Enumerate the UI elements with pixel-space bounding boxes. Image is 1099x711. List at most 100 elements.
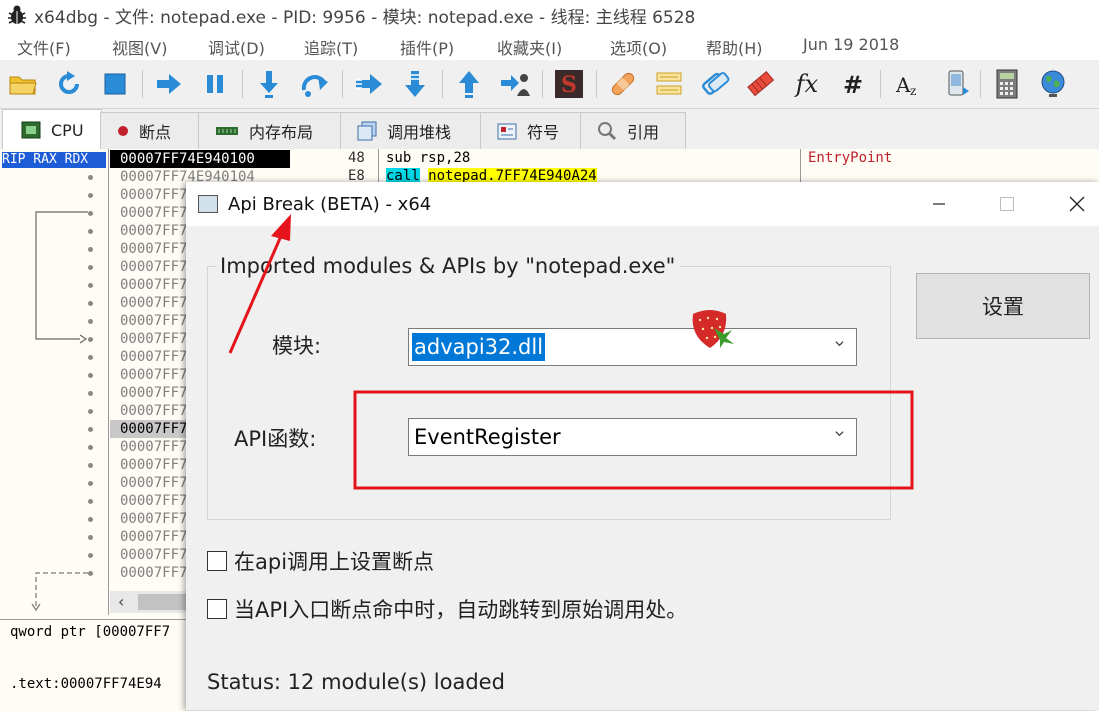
tab-references[interactable]: 引用: [580, 112, 686, 149]
settings-button[interactable]: 设置: [916, 273, 1090, 339]
breakpoint-dot[interactable]: [88, 481, 93, 486]
breakpoint-dot[interactable]: [88, 265, 93, 270]
function-icon[interactable]: fx: [790, 68, 824, 100]
menu-options[interactable]: 选项(O): [610, 35, 667, 59]
checkbox-label: 当API入口断点命中时，自动跳转到原始调用处。: [234, 598, 688, 622]
breakpoint-dot[interactable]: [88, 229, 93, 234]
breakpoint-dot[interactable]: [88, 409, 93, 414]
horizontal-scrollbar[interactable]: ‹: [110, 591, 190, 613]
restart-icon[interactable]: [52, 68, 86, 100]
minimize-icon: [933, 203, 945, 205]
breakpoint-dot[interactable]: [88, 571, 93, 576]
window-title-bar: x64dbg - 文件: notepad.exe - PID: 9956 - 模…: [0, 0, 1099, 30]
hash-icon[interactable]: #: [836, 68, 870, 100]
build-date: Jun 19 2018: [803, 35, 900, 54]
calculator-icon[interactable]: [990, 68, 1024, 100]
breakpoint-dot[interactable]: [88, 427, 93, 432]
toolbar-separator: [542, 70, 543, 98]
menu-debug[interactable]: 调试(D): [208, 35, 265, 59]
toolbar: S fx # Az: [0, 60, 1099, 109]
menu-plugins[interactable]: 插件(P): [400, 35, 454, 59]
tab-label: 断点: [139, 123, 172, 142]
checkbox-set-breakpoint[interactable]: 在api调用上设置断点: [207, 546, 434, 576]
breakpoint-dot[interactable]: [88, 463, 93, 468]
breakpoint-dot[interactable]: [88, 553, 93, 558]
api-select[interactable]: EventRegister: [408, 418, 857, 456]
breakpoint-dot[interactable]: [88, 445, 93, 450]
menu-help[interactable]: 帮助(H): [706, 35, 763, 59]
tab-cpu[interactable]: CPU: [2, 109, 102, 150]
step-over-icon[interactable]: [298, 68, 332, 100]
address-cell[interactable]: 00007FF74E940100: [110, 150, 290, 168]
breakpoint-dot[interactable]: [88, 175, 93, 180]
minimize-button[interactable]: [916, 188, 962, 220]
run-to-user-code-icon[interactable]: [498, 68, 532, 100]
breakpoint-dot[interactable]: [88, 391, 93, 396]
patch-icon[interactable]: [606, 68, 640, 100]
breakpoint-dot[interactable]: [88, 247, 93, 252]
close-icon: [1069, 196, 1085, 212]
font-icon[interactable]: Az: [890, 68, 924, 100]
pause-icon[interactable]: [198, 68, 232, 100]
instruction[interactable]: sub rsp,28: [386, 150, 470, 166]
toolbar-separator: [242, 70, 243, 98]
breakpoint-dot[interactable]: [88, 517, 93, 522]
breakpoint-dot[interactable]: [88, 337, 93, 342]
toolbar-separator: [880, 70, 881, 98]
maximize-button[interactable]: [984, 188, 1030, 220]
label-icon[interactable]: [698, 68, 732, 100]
mnemonic: sub: [386, 150, 412, 166]
scroll-left-icon[interactable]: ‹: [118, 592, 124, 611]
breakpoint-dot[interactable]: [88, 355, 93, 360]
toolbar-separator: [342, 70, 343, 98]
breakpoint-dot[interactable]: [88, 211, 93, 216]
window-icon: [198, 195, 218, 213]
maximize-icon: [1000, 197, 1014, 211]
breakpoint-dot[interactable]: [88, 301, 93, 306]
stop-icon[interactable]: [98, 68, 132, 100]
menu-favourites[interactable]: 收藏夹(I): [497, 35, 562, 59]
breakpoint-dot[interactable]: [88, 283, 93, 288]
tab-call-stack[interactable]: 调用堆栈: [340, 112, 482, 149]
entrypoint-comment: EntryPoint: [808, 150, 893, 166]
run-icon[interactable]: [152, 68, 186, 100]
api-label: API函数:: [234, 427, 317, 451]
execute-till-return-icon[interactable]: [452, 68, 486, 100]
module-select[interactable]: advapi32.dll: [408, 328, 857, 366]
comment-icon[interactable]: [652, 68, 686, 100]
register-sidebar: RIP RAX RDX: [0, 149, 109, 615]
checkbox-jump-to-caller[interactable]: 当API入口断点命中时，自动跳转到原始调用处。: [207, 594, 687, 624]
svg-text:z: z: [910, 84, 916, 98]
trace-into-icon[interactable]: [352, 68, 386, 100]
tab-symbols[interactable]: 符号: [480, 112, 582, 149]
menu-view[interactable]: 视图(V): [112, 35, 167, 59]
breakpoint-dot[interactable]: [88, 535, 93, 540]
group-title: Imported modules & APIs by "notepad.exe": [216, 254, 680, 278]
checkbox-box[interactable]: [207, 599, 227, 619]
breakpoint-dot[interactable]: [88, 499, 93, 504]
breakpoint-dot[interactable]: [88, 373, 93, 378]
view-tabs: CPU 断点 内存布局 调用堆栈 符号 引用: [0, 109, 1099, 150]
globe-icon[interactable]: [1036, 68, 1070, 100]
menu-trace[interactable]: 追踪(T): [304, 35, 358, 59]
checkbox-box[interactable]: [207, 551, 227, 571]
cpu-icon: [21, 121, 41, 139]
strawberry-icon: [692, 310, 734, 348]
step-into-icon[interactable]: [252, 68, 286, 100]
open-folder-icon[interactable]: [6, 68, 40, 100]
toolbar-separator: [980, 70, 981, 98]
breakpoint-dot[interactable]: [88, 193, 93, 198]
tab-label: CPU: [51, 120, 84, 140]
scroll-thumb[interactable]: [138, 594, 188, 610]
tab-breakpoints[interactable]: 断点: [100, 112, 200, 149]
close-button[interactable]: [1054, 188, 1099, 220]
status-text: Status: 12 module(s) loaded: [207, 670, 505, 694]
breakpoint-dot[interactable]: [88, 319, 93, 324]
device-icon[interactable]: [940, 68, 974, 100]
trace-over-icon[interactable]: [398, 68, 432, 100]
menu-file[interactable]: 文件(F): [17, 35, 71, 59]
dialog-title-bar: Api Break (BETA) - x64: [186, 182, 1099, 226]
scylla-icon[interactable]: S: [552, 68, 586, 100]
bookmark-icon[interactable]: [744, 68, 778, 100]
tab-memory-map[interactable]: 内存布局: [198, 112, 342, 149]
